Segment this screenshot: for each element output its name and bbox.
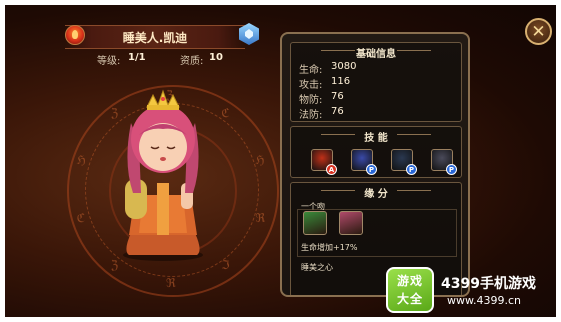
- magic-rune: ℌ: [255, 152, 265, 167]
- fire-fist-skill-icon[interactable]: A: [311, 149, 337, 175]
- skill-type-badge: P: [406, 164, 417, 175]
- stat-value-magic-def: 76: [331, 106, 344, 117]
- character-portrait: [123, 89, 203, 261]
- magic-rune: ℜ: [166, 276, 176, 290]
- watermark-url: www.4399.cn: [447, 294, 521, 307]
- level-value: 1/1: [128, 52, 146, 63]
- skills-title: 技 能: [364, 133, 388, 144]
- watermark-brand: 4399手机游戏: [441, 276, 536, 292]
- magic-rune: ℜ: [255, 211, 266, 226]
- gauntlet-skill-icon[interactable]: P: [431, 149, 457, 175]
- info-panel: 基础信息 生命: 3080 攻击: 116 物防: 76 法防: 76 技 能 …: [280, 32, 470, 297]
- stat-label-attack: 攻击:: [299, 80, 323, 91]
- aptitude-value: 10: [209, 52, 223, 63]
- character-name-plate: 睡美人.凯迪: [65, 25, 245, 49]
- sleeping-beauty-portrait-icon[interactable]: [339, 211, 363, 235]
- close-icon: ✕: [531, 22, 546, 42]
- fate-section: 缘 分 一个吻 生命增加+17% 睡美之心: [290, 182, 462, 295]
- fire-element-icon: [65, 25, 85, 45]
- watermark-logo-line1: 游戏: [397, 274, 424, 288]
- stat-value-phys-def: 76: [331, 91, 344, 102]
- game-screen: ℨℭℌℜℑℜℨℭℌℨ 睡美人.凯迪 等级: 1/1 资质: 10 基础信息 生命…: [5, 5, 556, 317]
- fate-effect-text: 生命增加+17%: [301, 243, 358, 252]
- slash-skill-icon[interactable]: P: [391, 149, 417, 175]
- stat-label-hp: 生命:: [299, 65, 323, 76]
- character-name: 睡美人.凯迪: [122, 31, 188, 45]
- skill-type-badge: P: [446, 164, 457, 175]
- skills-section: 技 能 A P P P: [290, 126, 462, 178]
- magic-rune: ℭ: [76, 211, 86, 226]
- aptitude-label: 资质:: [180, 56, 204, 67]
- level-label: 等级:: [97, 56, 121, 67]
- stat-value-attack: 116: [331, 76, 351, 87]
- blue-orb-skill-icon[interactable]: P: [351, 149, 377, 175]
- magic-rune: ℌ: [76, 152, 86, 167]
- stat-label-magic-def: 法防:: [299, 110, 323, 121]
- frog-prince-portrait-icon[interactable]: [303, 211, 327, 235]
- watermark-logo-line2: 大全: [397, 292, 424, 306]
- basic-info-section: 基础信息 生命: 3080 攻击: 116 物防: 76 法防: 76: [290, 42, 462, 122]
- watermark-logo: 游戏 大全: [386, 267, 434, 313]
- skill-type-badge: P: [366, 164, 377, 175]
- basic-info-title: 基础信息: [356, 49, 396, 60]
- fate-next-entry: 睡美之心: [301, 263, 333, 272]
- stat-value-hp: 3080: [331, 61, 357, 72]
- stat-label-phys-def: 物防:: [299, 95, 323, 106]
- close-button[interactable]: ✕: [525, 18, 552, 45]
- skill-type-badge: A: [326, 164, 337, 175]
- fate-title: 缘 分: [364, 189, 388, 200]
